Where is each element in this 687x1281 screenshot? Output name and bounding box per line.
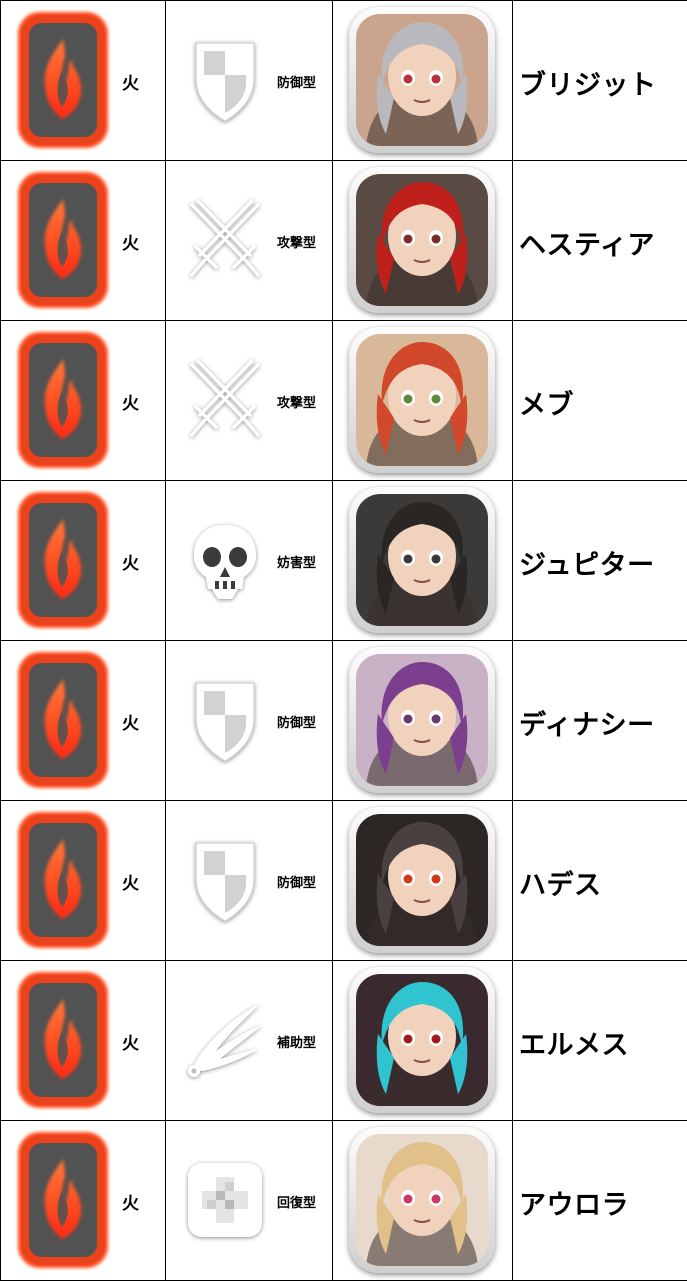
shield-icon (195, 842, 255, 922)
character-name: ジュピター (519, 550, 655, 581)
name-cell: アウロラ (512, 1120, 687, 1281)
type-cell: 妨害型 (165, 480, 333, 641)
element-label: 火 (122, 1034, 139, 1054)
table-row: 火 防御型 ディナシー (0, 640, 687, 801)
character-name: ブリジット (519, 70, 657, 101)
character-art (356, 14, 488, 146)
shield-icon (195, 42, 255, 122)
portrait-cell (332, 800, 513, 961)
character-art (356, 494, 488, 626)
table-row: 火 回復型 アウロラ (0, 1120, 687, 1281)
character-art (356, 974, 488, 1106)
element-label: 火 (122, 714, 139, 734)
name-cell: ジュピター (512, 480, 687, 641)
character-name: ヘスティア (519, 230, 655, 261)
element-label: 火 (122, 234, 139, 254)
fire-element-icon (18, 1132, 108, 1268)
type-cell: 補助型 (165, 960, 333, 1121)
character-name: ディナシー (519, 710, 655, 741)
type-cell: 防御型 (165, 640, 333, 801)
element-label: 火 (122, 874, 139, 894)
name-cell: ブリジット (512, 0, 687, 161)
portrait-cell (332, 160, 513, 321)
element-label: 火 (122, 1194, 139, 1214)
character-portrait (349, 327, 495, 473)
table-row: 火 防御型 ハデス (0, 800, 687, 961)
table-row: 火 妨害型 ジュピター (0, 480, 687, 641)
element-cell: 火 (0, 800, 166, 961)
character-portrait (349, 7, 495, 153)
character-name: メブ (519, 390, 574, 421)
element-cell: 火 (0, 0, 166, 161)
type-cell: 攻撃型 (165, 320, 333, 481)
character-portrait (349, 167, 495, 313)
type-label: 攻撃型 (277, 236, 317, 251)
type-label: 補助型 (277, 1036, 317, 1051)
character-table: 火 防御型 ブリジット 火 攻撃型 ヘスティア 火 攻撃型 メブ 火 妨害型 ジ… (0, 0, 687, 1281)
element-cell: 火 (0, 160, 166, 321)
element-label: 火 (122, 554, 139, 574)
fire-element-icon (18, 972, 108, 1108)
element-cell: 火 (0, 320, 166, 481)
name-cell: ヘスティア (512, 160, 687, 321)
element-cell: 火 (0, 1120, 166, 1281)
character-portrait (349, 1127, 495, 1273)
type-cell: 回復型 (165, 1120, 333, 1281)
skull-icon (194, 525, 256, 599)
fire-element-icon (18, 812, 108, 948)
character-name: アウロラ (519, 1190, 629, 1221)
type-label: 回復型 (277, 1196, 317, 1211)
fire-element-icon (18, 332, 108, 468)
wing-icon (188, 1003, 262, 1077)
table-row: 火 補助型 エルメス (0, 960, 687, 1121)
type-label: 防御型 (277, 876, 317, 891)
element-label: 火 (122, 394, 139, 414)
table-row: 火 防御型 ブリジット (0, 0, 687, 161)
portrait-cell (332, 1120, 513, 1281)
element-cell: 火 (0, 960, 166, 1121)
type-label: 防御型 (277, 716, 317, 731)
table-row: 火 攻撃型 メブ (0, 320, 687, 481)
crossed-swords-icon (190, 359, 260, 437)
fire-element-icon (18, 652, 108, 788)
type-cell: 攻撃型 (165, 160, 333, 321)
character-portrait (349, 807, 495, 953)
character-portrait (349, 647, 495, 793)
type-cell: 防御型 (165, 0, 333, 161)
type-cell: 防御型 (165, 800, 333, 961)
name-cell: エルメス (512, 960, 687, 1121)
type-label: 妨害型 (277, 556, 317, 571)
element-cell: 火 (0, 640, 166, 801)
type-label: 攻撃型 (277, 396, 317, 411)
name-cell: メブ (512, 320, 687, 481)
table-row: 火 攻撃型 ヘスティア (0, 160, 687, 321)
character-art (356, 334, 488, 466)
portrait-cell (332, 0, 513, 161)
portrait-cell (332, 960, 513, 1121)
portrait-cell (332, 640, 513, 801)
character-name: ハデス (519, 870, 602, 901)
fire-element-icon (18, 172, 108, 308)
shield-icon (195, 682, 255, 762)
character-portrait (349, 487, 495, 633)
name-cell: ディナシー (512, 640, 687, 801)
cross-icon (188, 1163, 262, 1237)
fire-element-icon (18, 492, 108, 628)
character-portrait (349, 967, 495, 1113)
character-art (356, 174, 488, 306)
portrait-cell (332, 480, 513, 641)
fire-element-icon (18, 12, 108, 148)
element-cell: 火 (0, 480, 166, 641)
character-name: エルメス (519, 1030, 629, 1061)
portrait-cell (332, 320, 513, 481)
table-body: 火 防御型 ブリジット 火 攻撃型 ヘスティア 火 攻撃型 メブ 火 妨害型 ジ… (0, 0, 687, 1281)
character-art (356, 654, 488, 786)
name-cell: ハデス (512, 800, 687, 961)
crossed-swords-icon (190, 199, 260, 277)
element-label: 火 (122, 74, 139, 94)
type-label: 防御型 (277, 76, 317, 91)
character-art (356, 1134, 488, 1266)
character-art (356, 814, 488, 946)
